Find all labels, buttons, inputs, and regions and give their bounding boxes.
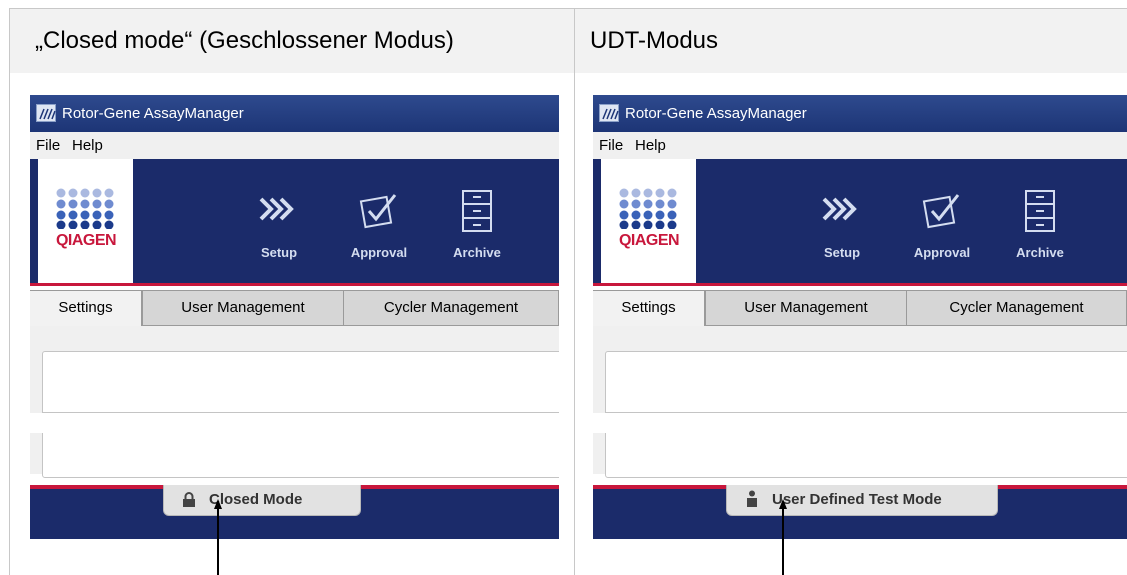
qiagen-logo: QIAGEN (601, 159, 696, 284)
banner-accent-line (593, 283, 1127, 286)
pointer-arrow-left (217, 505, 219, 575)
setup-label: Setup (260, 245, 298, 260)
tab-cycler-management[interactable]: Cycler Management (906, 290, 1127, 326)
tab-cycler-management[interactable]: Cycler Management (343, 290, 559, 326)
window-titlebar: Rotor-Gene AssayManager (30, 95, 559, 132)
person-icon (747, 490, 757, 507)
column-header-right: UDT-Modus (575, 9, 1127, 73)
pointer-arrowhead-left (214, 499, 222, 509)
panel-divider (606, 412, 1127, 413)
approval-label: Approval (350, 245, 408, 260)
tab-settings[interactable]: Settings (593, 290, 705, 328)
closed-mode-label: Closed Mode (209, 491, 303, 508)
settings-panel (42, 351, 559, 478)
tab-user-management[interactable]: User Management (705, 290, 907, 326)
frame-divider (574, 8, 575, 575)
logo-text: QIAGEN (618, 232, 680, 249)
settings-content (30, 326, 559, 478)
app-screenshot-udt-mode: Rotor-Gene AssayManager File Help QIAGEN… (593, 95, 1127, 565)
app-icon (36, 104, 56, 122)
archive-label: Archive (1016, 245, 1064, 260)
clip-gap (593, 413, 609, 433)
setup-button[interactable]: Setup (807, 189, 877, 269)
approval-button[interactable]: Approval (344, 189, 414, 269)
logo-dots-icon (619, 188, 677, 229)
lock-icon (183, 492, 195, 507)
banner-accent-line (30, 283, 559, 286)
window-title: Rotor-Gene AssayManager (62, 105, 244, 122)
pointer-arrowhead-right (779, 499, 787, 509)
app-screenshot-closed-mode: Rotor-Gene AssayManager File Help QIAGEN… (30, 95, 559, 565)
qiagen-logo: QIAGEN (38, 159, 133, 284)
menu-file[interactable]: File (599, 132, 623, 159)
app-icon (599, 104, 619, 122)
setup-label: Setup (823, 245, 861, 260)
logo-dots-icon (56, 188, 114, 229)
status-footer: Closed Mode (30, 485, 559, 539)
archive-button[interactable]: Archive (1005, 189, 1075, 269)
logo-text: QIAGEN (55, 232, 117, 249)
column-header-left: „Closed mode“ (Geschlossener Modus) (10, 9, 574, 73)
panel-divider (43, 412, 559, 413)
closed-mode-indicator: Closed Mode (163, 485, 361, 516)
settings-content (593, 326, 1127, 478)
cabinet-icon (462, 190, 492, 232)
window-title: Rotor-Gene AssayManager (625, 105, 807, 122)
menu-file[interactable]: File (36, 132, 60, 159)
main-banner: QIAGEN Setup Approval Archive (30, 159, 559, 286)
frame-left-line (9, 8, 10, 575)
tab-user-management[interactable]: User Management (142, 290, 344, 326)
udt-mode-indicator: User Defined Test Mode (726, 485, 998, 516)
menu-bar: File Help (593, 132, 1127, 159)
tab-settings[interactable]: Settings (30, 290, 142, 328)
window-titlebar: Rotor-Gene AssayManager (593, 95, 1127, 132)
setup-button[interactable]: Setup (244, 189, 314, 269)
checkbox-icon (359, 194, 397, 229)
status-footer: User Defined Test Mode (593, 485, 1127, 539)
menu-help[interactable]: Help (72, 132, 103, 159)
checkbox-icon (922, 194, 960, 229)
chevrons-icon (259, 197, 294, 221)
main-banner: QIAGEN Setup Approval Archive (593, 159, 1127, 286)
pointer-arrow-right (782, 505, 784, 575)
tab-strip: Settings User Management Cycler Manageme… (593, 288, 1127, 328)
cabinet-icon (1025, 190, 1055, 232)
approval-button[interactable]: Approval (907, 189, 977, 269)
menu-help[interactable]: Help (635, 132, 666, 159)
chevrons-icon (822, 197, 857, 221)
settings-panel (605, 351, 1127, 478)
tab-strip: Settings User Management Cycler Manageme… (30, 288, 559, 328)
approval-label: Approval (913, 245, 971, 260)
udt-mode-label: User Defined Test Mode (772, 491, 942, 508)
archive-label: Archive (453, 245, 501, 260)
clip-gap (30, 413, 46, 433)
archive-button[interactable]: Archive (442, 189, 512, 269)
menu-bar: File Help (30, 132, 559, 159)
